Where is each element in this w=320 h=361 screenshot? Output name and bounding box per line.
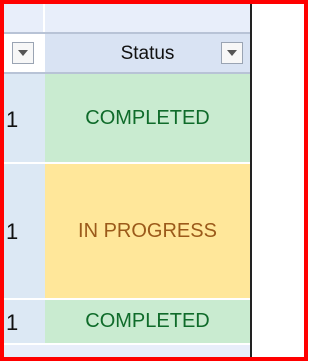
status-badge: COMPLETED (85, 310, 210, 332)
status-badge: IN PROGRESS (78, 219, 217, 242)
row-2-number: 1 (6, 219, 19, 244)
top-main-filler (45, 4, 250, 32)
chevron-down-icon (18, 50, 28, 56)
table-row-1-status-cell[interactable]: COMPLETED (45, 74, 250, 164)
left-column-header (4, 32, 45, 74)
table-row-1-left-cell[interactable]: 1 (4, 74, 45, 164)
status-filter-button[interactable] (221, 42, 243, 64)
status-badge: COMPLETED (85, 106, 210, 129)
bottom-left-filler (4, 345, 45, 357)
table-row-3-left-cell[interactable]: 1 (4, 300, 45, 345)
screenshot-frame: Status 1 COMPLETED 1 IN PROGRESS 1 COMPL… (0, 0, 308, 361)
spreadsheet-view: Status 1 COMPLETED 1 IN PROGRESS 1 COMPL… (4, 4, 304, 357)
right-blank-area (250, 4, 304, 357)
table-row-2-left-cell[interactable]: 1 (4, 164, 45, 300)
status-header-label: Status (120, 43, 175, 64)
top-left-filler (4, 4, 45, 32)
table-row-2-status-cell[interactable]: IN PROGRESS (45, 164, 250, 300)
chevron-down-icon (227, 50, 237, 56)
table-row-3-status-cell[interactable]: COMPLETED (45, 300, 250, 345)
left-column-filter-button[interactable] (12, 42, 34, 64)
status-column-header: Status (45, 32, 250, 74)
row-3-number: 1 (6, 310, 19, 335)
row-1-number: 1 (6, 107, 19, 132)
bottom-main-filler (45, 345, 250, 357)
